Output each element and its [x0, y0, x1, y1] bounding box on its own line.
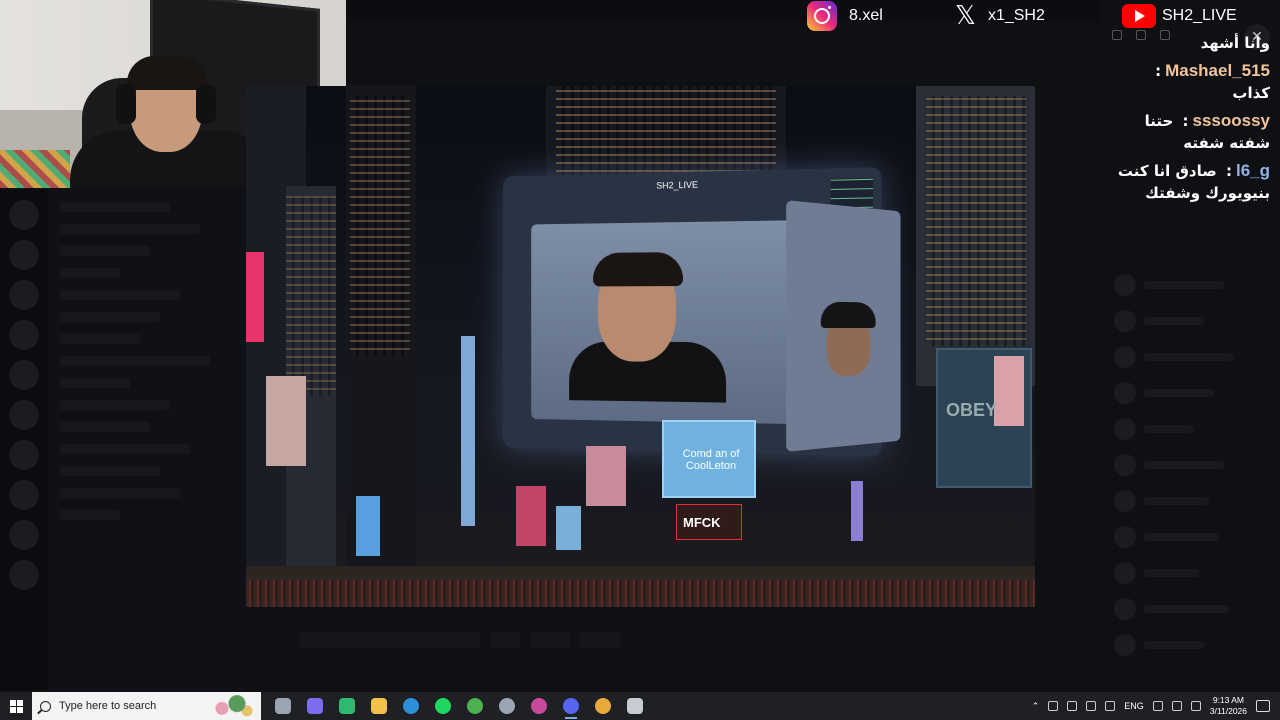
chat-username: sssoossy: [1192, 111, 1271, 130]
windows-logo-icon: [9, 699, 23, 713]
clock-time: 9:13 AM: [1212, 695, 1244, 705]
edge-taskbar-button[interactable]: [395, 692, 427, 720]
search-highlight-image: [207, 694, 257, 718]
copilot-icon: [307, 698, 323, 714]
stream-screen: 8.xel 𝕏 x1_SH2 SH2_LIVE SH2_LIVE OBEY Co…: [0, 0, 1280, 692]
youtube-label: SH2_LIVE: [1162, 7, 1237, 24]
search-placeholder: Type here to search: [59, 700, 157, 712]
wifi-icon[interactable]: [1152, 701, 1163, 711]
spotify-taskbar-button[interactable]: [427, 692, 459, 720]
x-handle: 𝕏 x1_SH2: [955, 0, 1045, 32]
volume-icon[interactable]: [1105, 701, 1116, 711]
youtube-handle: SH2_LIVE: [1122, 0, 1237, 32]
language-indicator[interactable]: ENG: [1124, 701, 1144, 711]
image-viewer[interactable]: SH2_LIVE OBEY Comd an of CoolLeton MFCK: [246, 86, 1035, 607]
youtube-icon: [1122, 4, 1156, 28]
server-icon[interactable]: [9, 480, 39, 510]
clock-date: 3/11/2026: [1209, 706, 1247, 716]
discord-icon: [563, 698, 579, 714]
billboard-vertical-sign: [851, 481, 863, 541]
dimmed-message-bar: [300, 632, 630, 650]
billboard-side-screen: [786, 200, 901, 452]
billboard-pink: [246, 252, 264, 342]
xbox-taskbar-button[interactable]: [459, 692, 491, 720]
billboard-blue-text: Comd an of CoolLeton: [682, 448, 740, 472]
server-icon[interactable]: [9, 520, 39, 550]
billboard-mfck: MFCK: [676, 504, 742, 540]
crowd: [246, 580, 1035, 607]
chat-username: l6_g: [1235, 161, 1270, 180]
chat-message: sssoossy: حتنا شفته شفته: [1144, 111, 1271, 152]
file-explorer-icon: [371, 698, 387, 714]
billboard-blue: Comd an of CoolLeton: [662, 420, 756, 498]
obs-icon: [531, 698, 547, 714]
chat-message-text: كذاب: [1232, 84, 1270, 102]
taskbar: Type here to search ⌃ ENG 9:13 AM 3/11/2…: [0, 692, 1280, 720]
instagram-icon: [807, 1, 837, 31]
steam-taskbar-button[interactable]: [491, 692, 523, 720]
task-view-icon: [275, 698, 291, 714]
clock[interactable]: 9:13 AM 3/11/2026: [1210, 695, 1247, 717]
billboard-tall: [461, 336, 475, 526]
network-icon[interactable]: [1086, 701, 1097, 711]
xbox-icon: [467, 698, 483, 714]
microphone-icon[interactable]: [1067, 701, 1078, 711]
billboard-left: [266, 376, 306, 466]
member-list: [1100, 260, 1280, 690]
billboard-small: [586, 446, 626, 506]
billboard-left-blue: [356, 496, 380, 556]
chat-overlay: وانا أشهد Mashael_515: كذاب sssoossy: حت…: [1106, 32, 1280, 210]
channel-list: [48, 190, 246, 690]
server-icon[interactable]: [9, 560, 39, 590]
steam-icon: [499, 698, 515, 714]
system-tray: ⌃ ENG 9:13 AM 3/11/2026: [1032, 692, 1280, 720]
taskbar-apps: [267, 692, 651, 720]
speaker-icon[interactable]: [1171, 701, 1182, 711]
server-icon[interactable]: [9, 320, 39, 350]
settings-taskbar-button[interactable]: [619, 692, 651, 720]
battery-icon[interactable]: [1190, 701, 1201, 711]
server-icon[interactable]: [9, 440, 39, 470]
server-icon[interactable]: [9, 240, 39, 270]
chrome-taskbar-button[interactable]: [587, 692, 619, 720]
chat-message: وانا أشهد: [1106, 32, 1280, 54]
copilot-taskbar-button[interactable]: [299, 692, 331, 720]
chrome-icon: [595, 698, 611, 714]
settings-icon: [627, 698, 643, 714]
server-icon[interactable]: [9, 200, 39, 230]
headphones-icon: [116, 84, 136, 124]
chat-username: Mashael_515: [1165, 61, 1270, 80]
notification-icon[interactable]: [1256, 700, 1270, 712]
billboard-small: [556, 506, 581, 550]
play-store-taskbar-button[interactable]: [331, 692, 363, 720]
start-button[interactable]: [0, 692, 32, 720]
discord-taskbar-button[interactable]: [555, 692, 587, 720]
play-store-icon: [339, 698, 355, 714]
server-icon[interactable]: [9, 280, 39, 310]
obs-taskbar-button[interactable]: [523, 692, 555, 720]
spotify-icon: [435, 698, 451, 714]
server-rail: [0, 190, 48, 690]
chevron-up-icon[interactable]: ⌃: [1032, 701, 1040, 712]
billboard-small: [516, 486, 546, 546]
tray-app-icon[interactable]: [1048, 701, 1059, 711]
file-explorer-taskbar-button[interactable]: [363, 692, 395, 720]
x-logo-icon: 𝕏: [955, 1, 976, 31]
task-view-taskbar-button[interactable]: [267, 692, 299, 720]
chat-message: l6_g: صادق انا كنت بنيويورك وشفتك: [1117, 161, 1270, 202]
server-icon[interactable]: [9, 400, 39, 430]
billboard-channel-label: SH2_LIVE: [656, 179, 698, 191]
instagram-label: 8.xel: [849, 7, 883, 24]
billboard-obey: OBEY: [936, 348, 1032, 488]
chat-message: Mashael_515: كذاب: [1155, 61, 1270, 102]
taskbar-search[interactable]: Type here to search: [32, 692, 261, 720]
chat-message-text: وانا أشهد: [1200, 34, 1270, 52]
search-icon: [40, 700, 51, 712]
instagram-handle: 8.xel: [807, 0, 883, 32]
edge-icon: [403, 698, 419, 714]
x-label: x1_SH2: [987, 7, 1045, 24]
server-icon[interactable]: [9, 360, 39, 390]
